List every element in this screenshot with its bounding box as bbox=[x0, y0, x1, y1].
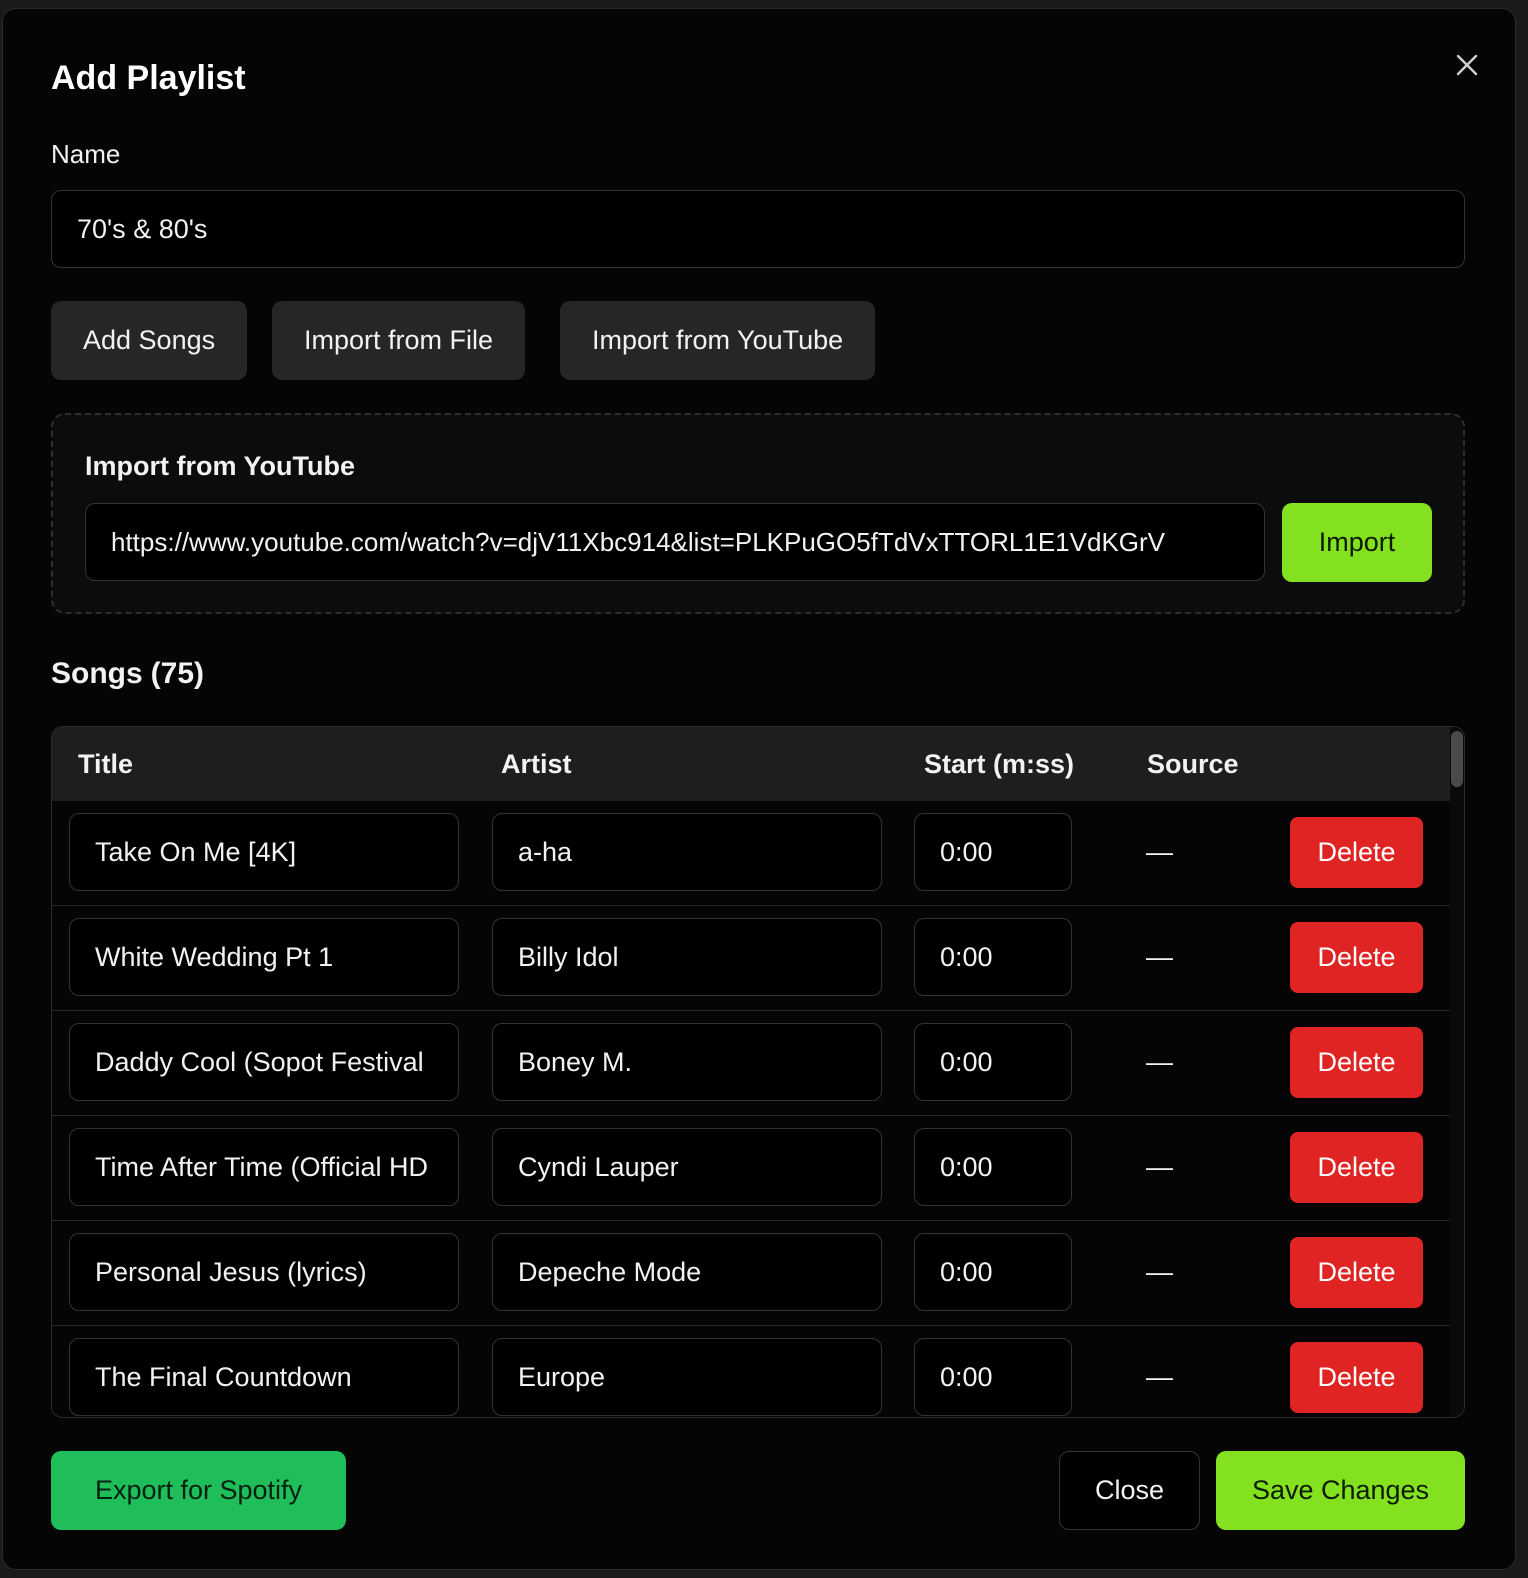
close-icon-glyph bbox=[1456, 54, 1478, 76]
songs-table-body: — Delete — Delete — Delete — bbox=[52, 801, 1452, 1417]
table-row: — Delete bbox=[52, 906, 1452, 1011]
songs-count: (75) bbox=[150, 657, 205, 690]
song-title-input[interactable] bbox=[69, 918, 459, 996]
song-source: — bbox=[1146, 1152, 1173, 1182]
youtube-import-heading: Import from YouTube bbox=[85, 451, 355, 481]
songs-heading: Songs (75) bbox=[51, 657, 204, 691]
delete-song-button[interactable]: Delete bbox=[1290, 922, 1423, 993]
song-source: — bbox=[1146, 1257, 1173, 1287]
table-row: — Delete bbox=[52, 1221, 1452, 1326]
delete-song-button[interactable]: Delete bbox=[1290, 1027, 1423, 1098]
song-artist-input[interactable] bbox=[492, 1128, 882, 1206]
add-songs-button[interactable]: Add Songs bbox=[51, 301, 248, 380]
song-artist-input[interactable] bbox=[492, 813, 882, 891]
youtube-import-panel: Import from YouTube Import bbox=[51, 413, 1465, 614]
song-start-input[interactable] bbox=[914, 1023, 1072, 1101]
song-title-input[interactable] bbox=[69, 1128, 459, 1206]
import-from-youtube-button[interactable]: Import from YouTube bbox=[560, 301, 876, 380]
song-start-input[interactable] bbox=[914, 1233, 1072, 1311]
column-header-title: Title bbox=[78, 749, 134, 779]
import-from-file-button[interactable]: Import from File bbox=[272, 301, 526, 380]
songs-table-header: Title Artist Start (m:ss) Source bbox=[52, 727, 1452, 801]
table-row: — Delete bbox=[52, 1116, 1452, 1221]
table-row: — Delete bbox=[52, 1326, 1452, 1417]
import-button[interactable]: Import bbox=[1282, 503, 1432, 582]
export-for-spotify-button[interactable]: Export for Spotify bbox=[51, 1451, 346, 1530]
close-icon[interactable] bbox=[1451, 49, 1483, 81]
song-start-input[interactable] bbox=[914, 1338, 1072, 1416]
song-artist-input[interactable] bbox=[492, 1023, 882, 1101]
table-row: — Delete bbox=[52, 1011, 1452, 1116]
close-button[interactable]: Close bbox=[1059, 1451, 1200, 1530]
song-start-input[interactable] bbox=[914, 918, 1072, 996]
song-source: — bbox=[1146, 1047, 1173, 1077]
dialog-title: Add Playlist bbox=[51, 59, 246, 97]
column-header-artist: Artist bbox=[501, 749, 572, 779]
delete-song-button[interactable]: Delete bbox=[1290, 1132, 1423, 1203]
songs-table: Title Artist Start (m:ss) Source — Delet… bbox=[51, 726, 1465, 1418]
table-row: — Delete bbox=[52, 801, 1452, 906]
song-artist-input[interactable] bbox=[492, 1338, 882, 1416]
song-title-input[interactable] bbox=[69, 1233, 459, 1311]
songs-scrollbar[interactable] bbox=[1450, 727, 1464, 1417]
song-source: — bbox=[1146, 1362, 1173, 1392]
save-changes-button[interactable]: Save Changes bbox=[1216, 1451, 1465, 1530]
youtube-url-input[interactable] bbox=[85, 503, 1265, 581]
song-title-input[interactable] bbox=[69, 1023, 459, 1101]
scrollbar-thumb[interactable] bbox=[1451, 731, 1463, 787]
playlist-name-input[interactable] bbox=[51, 190, 1465, 268]
song-source: — bbox=[1146, 942, 1173, 972]
song-artist-input[interactable] bbox=[492, 918, 882, 996]
song-start-input[interactable] bbox=[914, 813, 1072, 891]
name-label: Name bbox=[51, 139, 121, 169]
delete-song-button[interactable]: Delete bbox=[1290, 1342, 1423, 1413]
song-source: — bbox=[1146, 837, 1173, 867]
song-artist-input[interactable] bbox=[492, 1233, 882, 1311]
column-header-source: Source bbox=[1147, 749, 1239, 779]
song-title-input[interactable] bbox=[69, 1338, 459, 1416]
add-playlist-dialog: Add Playlist Name Add Songs Import from … bbox=[2, 8, 1516, 1570]
delete-song-button[interactable]: Delete bbox=[1290, 817, 1423, 888]
song-start-input[interactable] bbox=[914, 1128, 1072, 1206]
delete-song-button[interactable]: Delete bbox=[1290, 1237, 1423, 1308]
songs-heading-label: Songs bbox=[51, 657, 143, 690]
song-title-input[interactable] bbox=[69, 813, 459, 891]
column-header-start: Start (m:ss) bbox=[924, 749, 1075, 779]
